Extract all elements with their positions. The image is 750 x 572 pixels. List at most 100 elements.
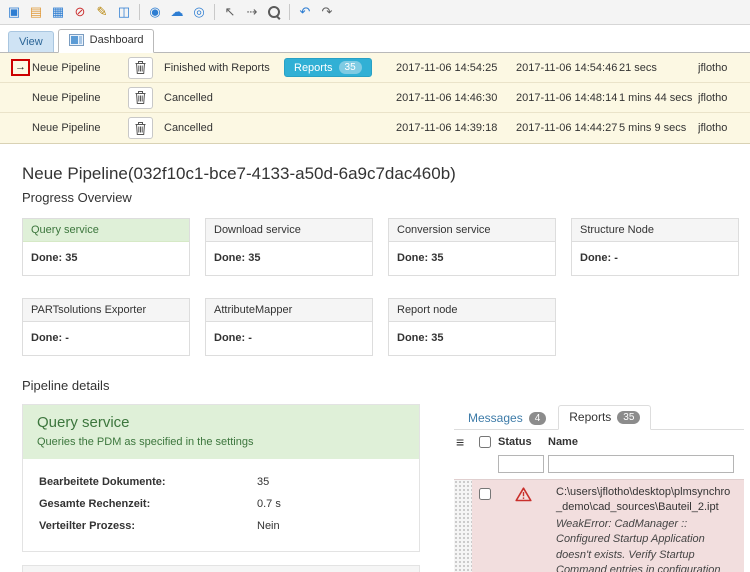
run-delete-cell [128,56,164,79]
reports-filter-row [454,453,744,479]
report-name-cell: C:\users\jflotho\desktop\plmsynchro_demo… [548,480,744,572]
pipeline-details: Query service Queries the PDM as specifi… [22,404,750,572]
progress-card-structure-node: Structure Node Done: - [571,218,739,276]
run-row[interactable]: Neue Pipeline Cancelled 2017-11-06 14:39… [0,113,750,143]
status-filter-input[interactable] [498,455,544,473]
report-file-path: C:\users\jflotho\desktop\plmsynchro_demo… [556,486,731,514]
run-start-time: 2017-11-06 14:39:18 [396,122,498,134]
zoom-icon[interactable] [264,2,284,22]
report-row[interactable]: C:\users\jflotho\desktop\plmsynchro_demo… [454,479,744,572]
run-status: Finished with Reports [164,61,270,74]
trash-icon [135,121,146,135]
run-status: Cancelled [164,122,213,134]
new-icon[interactable]: ▣ [4,2,24,22]
connector-icon[interactable]: ⇢ [242,2,262,22]
select-all-checkbox[interactable] [479,436,491,448]
delete-run-button[interactable] [128,86,153,109]
delete-run-button[interactable] [128,56,153,79]
pointer-icon[interactable]: ↖ [220,2,240,22]
tab-view-label: View [19,36,43,48]
arrow-icon: → [15,61,26,73]
toolbar-separator [139,4,140,20]
run-name: Neue Pipeline [32,61,101,74]
tab-reports-label: Reports [569,410,612,424]
run-status: Cancelled [164,91,213,104]
edit-icon[interactable]: ✎ [92,2,112,22]
reports-table-header: ≡ Status Name [454,430,744,453]
menu-icon[interactable]: ≡ [454,434,464,450]
page-title: Neue Pipeline(032f10c1-bce7-4133-a50d-6a… [22,164,456,183]
tab-reports[interactable]: Reports 35 [558,405,652,430]
undo-icon[interactable]: ↶ [295,2,315,22]
card-title: Query service [23,219,189,242]
card-value: Done: 35 [397,252,444,264]
name-filter-input[interactable] [548,455,734,473]
tab-view[interactable]: View [8,31,54,52]
tab-messages-label: Messages [468,411,523,425]
card-title: Conversion service [389,219,555,242]
card-title: Structure Node [572,219,738,242]
detail-row: Gesamte Rechenzeit: 0.7 s [39,498,403,510]
column-header-status[interactable]: Status [498,436,548,448]
run-duration: 1 mins 44 secs [619,91,693,104]
run-selected-cell: → [0,59,32,76]
run-name: Neue Pipeline [32,91,101,104]
detail-value: Nein [257,520,280,532]
save-icon[interactable]: ▦ [48,2,68,22]
run-icon[interactable]: ◉ [145,2,165,22]
run-row[interactable]: Neue Pipeline Cancelled 2017-11-06 14:46… [0,83,750,113]
delete-run-button[interactable] [128,117,153,139]
run-start-time: 2017-11-06 14:46:30 [396,91,498,104]
open-icon[interactable]: ▤ [26,2,46,22]
cloud-icon[interactable]: ☁ [167,2,187,22]
app-window: ▣ ▤ ▦ ⊘ ✎ ◫ ◉ ☁ ◎ ↖ ⇢ ↶ ↷ View Dashboard [0,0,750,572]
run-user: jflotho [698,61,728,74]
main-tabbar: View Dashboard [0,25,750,53]
progress-cards: Query service Done: 35 Download service … [22,218,750,356]
toolbar-separator [289,4,290,20]
run-end-time: 2017-11-06 14:44:27 [516,122,618,134]
detail-value: 35 [257,476,270,488]
reports-table: ≡ Status Name C:\users\jflotho\desktop\p… [454,430,744,572]
run-user: jflotho [698,91,728,104]
detail-label: Gesamte Rechenzeit: [39,498,151,510]
run-end-time: 2017-11-06 14:48:14 [516,91,618,104]
reports-count-badge: 35 [617,410,641,424]
run-reports-cell: Reports 35 [284,58,396,77]
stop-icon[interactable]: ⊘ [70,2,90,22]
drag-handle[interactable] [454,480,472,572]
query-service-subtitle: Queries the PDM as specified in the sett… [37,436,254,448]
toolbar: ▣ ▤ ▦ ⊘ ✎ ◫ ◉ ☁ ◎ ↖ ⇢ ↶ ↷ [0,0,750,25]
export-icon[interactable]: ◫ [114,2,134,22]
warning-icon [514,487,532,502]
trash-icon [135,91,146,104]
report-row-checkbox[interactable] [479,488,491,500]
tab-dashboard-label: Dashboard [89,34,144,46]
trash-icon [135,61,146,74]
run-name: Neue Pipeline [32,122,101,134]
card-value: Done: 35 [397,332,444,344]
progress-card-partsolutions-exporter: PARTsolutions Exporter Done: - [22,298,190,356]
progress-card-attributemapper: AttributeMapper Done: - [205,298,373,356]
sync-icon[interactable]: ◎ [189,2,209,22]
report-error-text: WeakError: CadManager :: Configured Star… [556,517,721,572]
column-header-name[interactable]: Name [548,436,744,448]
redo-icon[interactable]: ↷ [317,2,337,22]
details-right-column: Messages 4 Reports 35 ≡ Status Name C:\u… [454,404,744,572]
reports-button[interactable]: Reports 35 [284,58,372,77]
detail-label: Verteilter Prozess: [39,520,135,532]
detail-label: Bearbeitete Dokumente: [39,476,166,488]
query-service-details: Query service Queries the PDM as specifi… [22,404,420,552]
progress-card-query-service: Query service Done: 35 [22,218,190,276]
run-delete-cell [128,86,164,109]
run-start-time: 2017-11-06 14:54:25 [396,61,498,74]
run-user: jflotho [698,122,728,134]
run-delete-cell [128,117,164,139]
tab-dashboard[interactable]: Dashboard [57,29,155,53]
pipeline-details-heading: Pipeline details [22,378,110,393]
card-value: Done: - [214,332,252,344]
run-row[interactable]: → Neue Pipeline Finished with Reports Re… [0,53,750,83]
run-duration: 21 secs [619,61,657,74]
tab-messages[interactable]: Messages 4 [458,407,556,429]
download-service-details: Download service Downloads the inserted … [22,565,420,572]
